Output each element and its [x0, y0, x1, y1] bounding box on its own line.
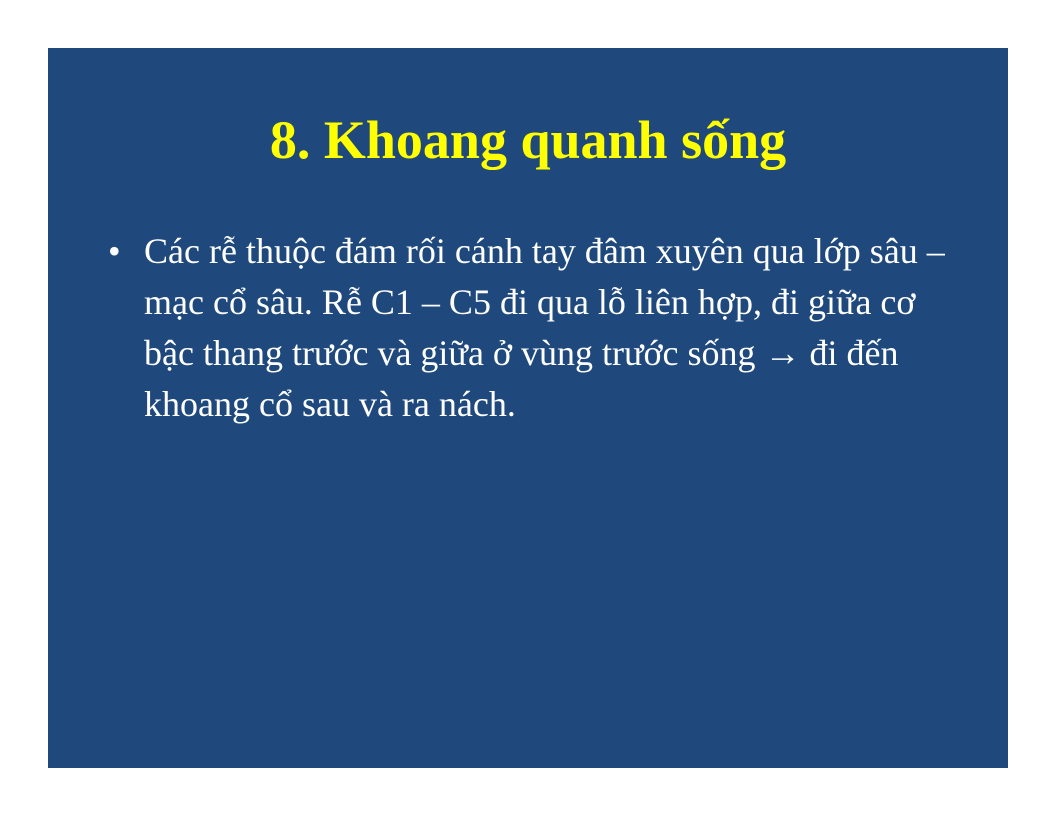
bullet-text: Các rễ thuộc đám rối cánh tay đâm xuyên … — [144, 231, 945, 424]
page: 8. Khoang quanh sống • Các rễ thuộc đám … — [0, 0, 1056, 816]
bullet-marker: • — [108, 231, 121, 271]
slide: 8. Khoang quanh sống • Các rễ thuộc đám … — [48, 48, 1008, 768]
slide-title: 8. Khoang quanh sống — [269, 110, 787, 170]
bullet-list: • Các rễ thuộc đám rối cánh tay đâm xuyê… — [104, 226, 954, 430]
bullet-item: • Các rễ thuộc đám rối cánh tay đâm xuyê… — [104, 226, 954, 430]
